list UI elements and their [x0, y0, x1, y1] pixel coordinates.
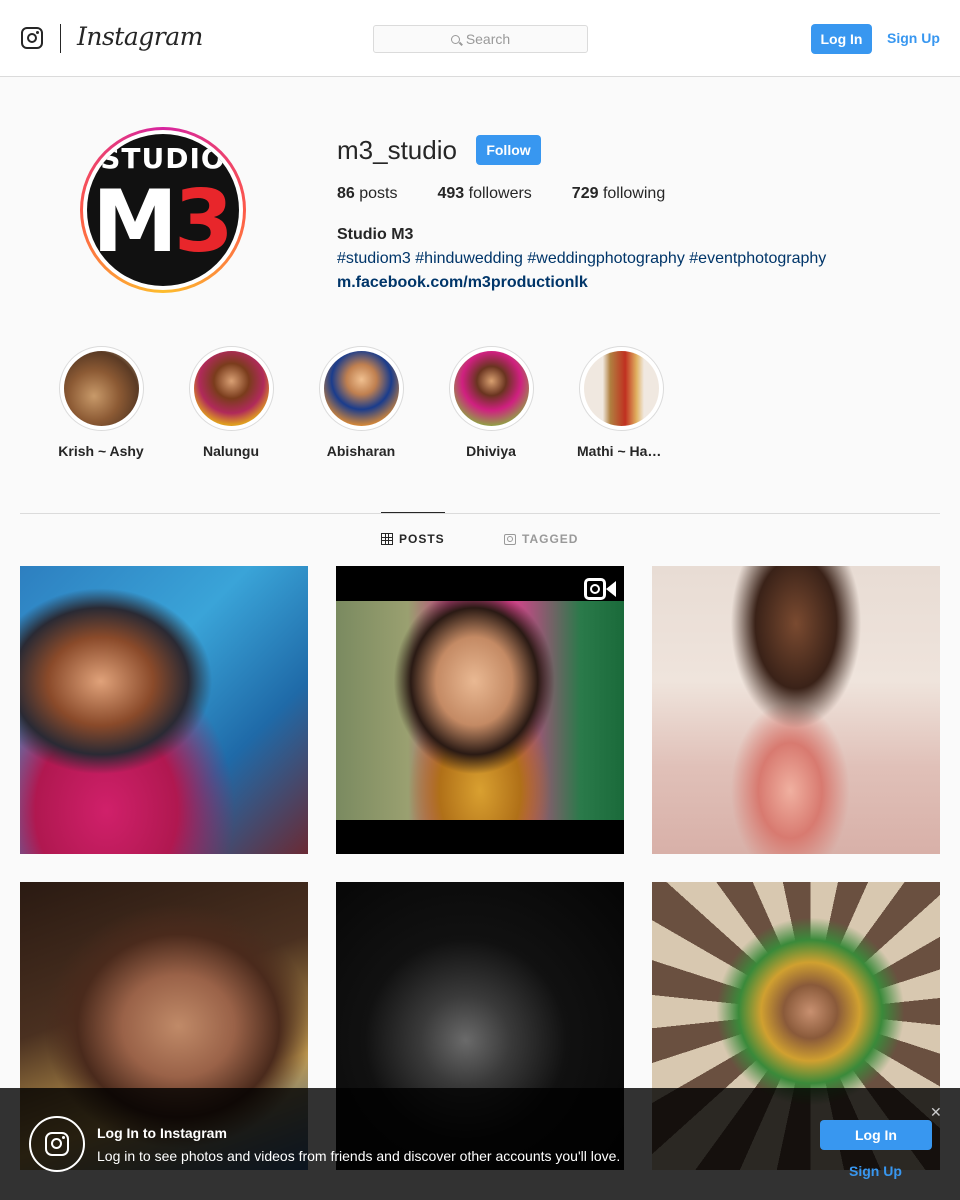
avatar-logo-m: M: [92, 172, 178, 272]
top-nav-bar: Instagram Search Log In Sign Up: [0, 0, 960, 77]
grid-icon: [381, 533, 393, 545]
tab-tagged[interactable]: TAGGED: [504, 532, 578, 546]
avatar-logo-m3: M 3: [92, 179, 233, 265]
close-icon[interactable]: ✕: [930, 1104, 942, 1121]
highlight-item[interactable]: Dhiviya: [441, 346, 541, 459]
header-divider: [60, 24, 61, 53]
login-button[interactable]: Log In: [811, 24, 872, 54]
highlight-cover-image: [323, 351, 399, 426]
instagram-camera-icon: [45, 1132, 69, 1156]
search-icon: [450, 34, 460, 44]
profile-avatar-ring[interactable]: STUDIO M 3: [80, 127, 246, 293]
avatar-frame: STUDIO M 3: [83, 130, 243, 290]
highlight-ring: [318, 346, 404, 431]
video-icon: [584, 578, 616, 600]
stat-posts-label: posts: [359, 185, 398, 202]
post-thumbnail[interactable]: [20, 566, 308, 854]
banner-login-button[interactable]: Log In: [820, 1120, 932, 1150]
highlight-ring: [58, 346, 144, 431]
profile-bio-hashtags[interactable]: #studiom3 #hinduwedding #weddingphotogra…: [337, 250, 826, 268]
highlight-item[interactable]: Abisharan: [311, 346, 411, 459]
stat-followers[interactable]: 493 followers: [438, 185, 532, 203]
profile-full-name: Studio M3: [337, 226, 414, 243]
tab-tagged-label: TAGGED: [522, 532, 579, 546]
instagram-wordmark[interactable]: Instagram: [77, 22, 203, 51]
avatar-logo-studio-text: STUDIO: [100, 142, 226, 175]
tabs-divider: [20, 513, 940, 514]
search-input[interactable]: Search: [373, 25, 588, 53]
highlight-ring: [188, 346, 274, 431]
stat-posts: 86 posts: [337, 185, 398, 203]
tagged-icon: [504, 533, 516, 545]
login-prompt-banner: Log In to Instagram Log in to see photos…: [0, 1088, 960, 1200]
highlight-label: Krish ~ Ashy: [58, 443, 144, 459]
highlight-cover-image: [63, 351, 139, 426]
highlight-cover-image: [583, 351, 659, 426]
highlight-cover-image: [453, 351, 529, 426]
stat-following-label: following: [602, 185, 666, 202]
highlight-cover-image: [193, 351, 269, 426]
avatar: STUDIO M 3: [87, 134, 239, 286]
post-thumbnail[interactable]: [336, 566, 624, 854]
profile-external-link[interactable]: m.facebook.com/m3productionlk: [337, 274, 588, 292]
video-icon-body: [584, 578, 606, 600]
stat-followers-label: followers: [468, 185, 532, 202]
stat-following[interactable]: 729 following: [572, 185, 665, 203]
post-thumbnail[interactable]: [652, 566, 940, 854]
follow-button[interactable]: Follow: [476, 135, 541, 165]
highlight-item[interactable]: Mathi ~ Harini: [571, 346, 671, 459]
avatar-logo-3: 3: [173, 172, 234, 272]
tab-posts[interactable]: POSTS: [381, 532, 445, 546]
tab-posts-label: POSTS: [399, 532, 445, 546]
highlight-label: Mathi ~ Harini: [577, 443, 670, 459]
active-tab-indicator: [381, 512, 445, 513]
stat-posts-count: 86: [337, 185, 355, 202]
banner-logo: [29, 1116, 85, 1172]
banner-subtitle: Log in to see photos and videos from fri…: [97, 1148, 621, 1164]
highlight-item[interactable]: Krish ~ Ashy: [51, 346, 151, 459]
highlight-label: Dhiviya: [466, 443, 516, 459]
profile-username: m3_studio: [337, 135, 457, 165]
highlight-ring: [448, 346, 534, 431]
stat-following-count: 729: [571, 185, 599, 202]
highlight-ring: [578, 346, 664, 431]
highlight-label: Nalungu: [203, 443, 259, 459]
video-icon-lens: [606, 581, 616, 597]
banner-title: Log In to Instagram: [97, 1125, 227, 1141]
instagram-camera-icon[interactable]: [21, 27, 43, 49]
search-placeholder: Search: [465, 31, 511, 47]
highlight-item[interactable]: Nalungu: [181, 346, 281, 459]
highlight-label: Abisharan: [326, 443, 396, 459]
profile-stats: 86 posts 493 followers 729 following: [337, 185, 705, 203]
banner-signup-link[interactable]: Sign Up: [849, 1163, 902, 1179]
stat-followers-count: 493: [437, 185, 465, 202]
signup-link[interactable]: Sign Up: [887, 30, 940, 46]
